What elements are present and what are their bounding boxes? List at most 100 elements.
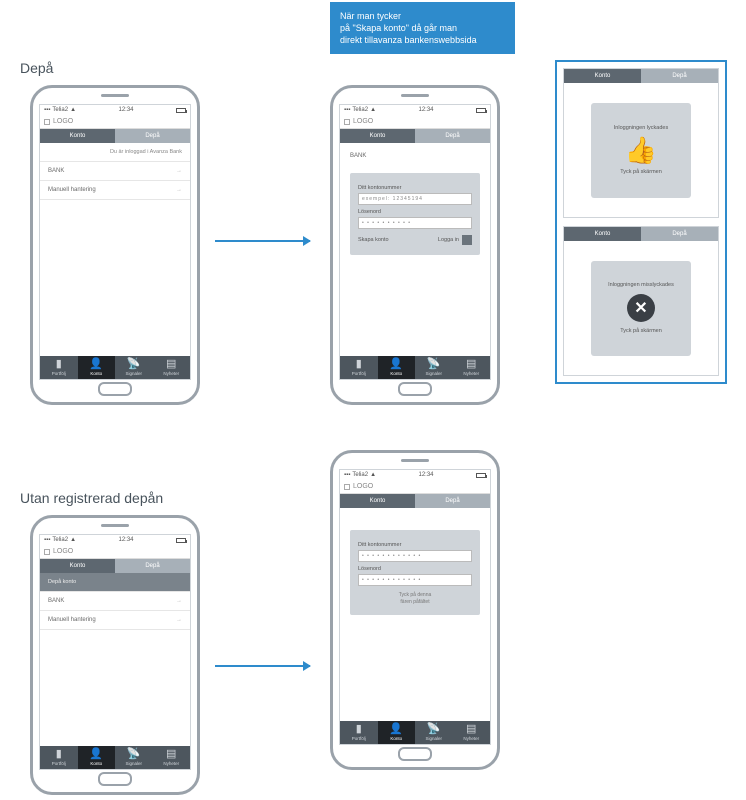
- nav-portfolj[interactable]: ▮Portfölj: [340, 721, 378, 744]
- logo-icon: [44, 549, 50, 555]
- logo-text: LOGO: [353, 118, 373, 125]
- password-field[interactable]: • • • • • • • • • • • •: [358, 574, 472, 586]
- account-field[interactable]: • • • • • • • • • • • •: [358, 550, 472, 562]
- signal-icon: ▪▪▪: [44, 107, 50, 113]
- close-icon: ✕: [627, 294, 655, 322]
- login-actions: Skapa konto Logga in: [358, 235, 472, 245]
- nav-signaler[interactable]: 📡Signaler: [415, 721, 453, 744]
- account-field[interactable]: exempel: 12345194: [358, 193, 472, 205]
- nav-portfolj[interactable]: ▮Portfölj: [40, 356, 78, 379]
- nav-label: Signaler: [425, 736, 442, 741]
- carrier: Telia2: [352, 107, 368, 113]
- tab-konto[interactable]: Konto: [40, 129, 115, 143]
- nav-signaler[interactable]: 📡Signaler: [115, 746, 153, 769]
- briefcase-icon: ▮: [356, 724, 362, 735]
- signal-icon: 📡: [127, 749, 141, 760]
- nav-signaler[interactable]: 📡Signaler: [415, 356, 453, 379]
- battery-icon: [176, 108, 186, 113]
- tab-konto[interactable]: Konto: [564, 69, 641, 83]
- tab-depa[interactable]: Depå: [641, 69, 718, 83]
- row-bank[interactable]: BANK→: [40, 162, 190, 181]
- clock: 12:34: [119, 537, 134, 543]
- news-icon: ▤: [166, 749, 176, 760]
- nav-nyheter[interactable]: ▤Nyheter: [453, 356, 491, 379]
- status-bar: ▪▪▪Telia2▲ 12:34: [40, 105, 190, 115]
- login-button[interactable]: [462, 235, 472, 245]
- logo-icon: [344, 484, 350, 490]
- nav-label: Konto: [390, 371, 402, 376]
- nav-nyheter[interactable]: ▤Nyheter: [453, 721, 491, 744]
- top-tabs: Konto Depå: [340, 129, 490, 143]
- nav-label: Signaler: [425, 371, 442, 376]
- nav-nyheter[interactable]: ▤Nyheter: [153, 356, 191, 379]
- row-manual-label: Manuell hantering: [48, 617, 96, 623]
- chevron-right-icon: →: [176, 168, 182, 174]
- depa-header: Depå konto: [40, 573, 190, 592]
- screen: ▪▪▪Telia2▲ 12:34 LOGO Konto Depå Ditt ko…: [339, 469, 491, 745]
- login-form: Ditt kontonummer • • • • • • • • • • • •…: [350, 530, 480, 615]
- success-dialog[interactable]: Inloggningen lyckades 👍 Tyck på skärmen: [591, 103, 691, 198]
- clock: 12:34: [419, 472, 434, 478]
- logo-row: LOGO: [340, 480, 490, 494]
- row-bank-label: BANK: [48, 598, 64, 604]
- tab-konto[interactable]: Konto: [40, 559, 115, 573]
- nav-signaler[interactable]: 📡Signaler: [115, 356, 153, 379]
- fail-dialog[interactable]: Inloggningen misslyckades ✕ Tyck på skär…: [591, 261, 691, 356]
- nav-portfolj[interactable]: ▮Portfölj: [340, 356, 378, 379]
- top-tabs: Konto Depå: [564, 227, 718, 241]
- nav-konto[interactable]: 👤Konto: [78, 356, 116, 379]
- tab-konto[interactable]: Konto: [340, 129, 415, 143]
- logged-in-banner: Du är inloggad i Avanza Bank: [40, 143, 190, 162]
- tab-depa[interactable]: Depå: [115, 129, 190, 143]
- password-value: • • • • • • • • • • • •: [362, 577, 421, 583]
- tab-depa[interactable]: Depå: [415, 129, 490, 143]
- password-field[interactable]: • • • • • • • • • •: [358, 217, 472, 229]
- label-password: Lösenord: [358, 209, 472, 215]
- bottom-nav: ▮Portfölj 👤Konto 📡Signaler ▤Nyheter: [340, 721, 490, 744]
- tab-depa[interactable]: Depå: [115, 559, 190, 573]
- screen: ▪▪▪Telia2▲ 12:34 LOGO Konto Depå BANK Di…: [339, 104, 491, 380]
- nav-nyheter[interactable]: ▤Nyheter: [153, 746, 191, 769]
- row-bank[interactable]: BANK→: [40, 592, 190, 611]
- nav-label: Konto: [90, 371, 102, 376]
- note-line1: När man tycker: [340, 11, 401, 21]
- result-body: Inloggningen misslyckades ✕ Tyck på skär…: [564, 241, 718, 375]
- nav-konto[interactable]: 👤Konto: [378, 356, 416, 379]
- tab-konto[interactable]: Konto: [564, 227, 641, 241]
- logo-text: LOGO: [53, 548, 73, 555]
- nav-label: Nyheter: [463, 736, 479, 741]
- tab-depa[interactable]: Depå: [415, 494, 490, 508]
- create-account-link[interactable]: Skapa konto: [358, 237, 389, 243]
- logo-icon: [44, 119, 50, 125]
- nav-portfolj[interactable]: ▮Portfölj: [40, 746, 78, 769]
- nav-label: Nyheter: [163, 761, 179, 766]
- success-sub: Tyck på skärmen: [620, 169, 662, 175]
- nav-label: Portfölj: [52, 761, 66, 766]
- row-manual[interactable]: Manuell hantering→: [40, 181, 190, 200]
- nav-konto[interactable]: 👤Konto: [78, 746, 116, 769]
- hint-line2: fären påfältet: [400, 599, 429, 605]
- bottom-nav: ▮Portfölj 👤Konto 📡Signaler ▤Nyheter: [40, 356, 190, 379]
- screen: ▪▪▪Telia2▲ 12:34 LOGO Konto Depå Depå ko…: [39, 534, 191, 770]
- carrier: Telia2: [52, 107, 68, 113]
- nav-label: Portfölj: [352, 736, 366, 741]
- nav-label: Nyheter: [463, 371, 479, 376]
- thumbs-up-icon: 👍: [625, 137, 657, 163]
- phone-utan-login: ▪▪▪Telia2▲ 12:34 LOGO Konto Depå Ditt ko…: [330, 450, 500, 770]
- top-tabs: Konto Depå: [564, 69, 718, 83]
- tab-depa[interactable]: Depå: [641, 227, 718, 241]
- carrier: Telia2: [52, 537, 68, 543]
- nav-konto[interactable]: 👤Konto: [378, 721, 416, 744]
- note-line2: på "Skapa konto" då går man: [340, 23, 457, 33]
- nav-label: Nyheter: [163, 371, 179, 376]
- row-manual[interactable]: Manuell hantering→: [40, 611, 190, 630]
- result-success: Konto Depå Inloggningen lyckades 👍 Tyck …: [563, 68, 719, 218]
- tab-konto[interactable]: Konto: [340, 494, 415, 508]
- briefcase-icon: ▮: [56, 749, 62, 760]
- user-icon: 👤: [89, 359, 103, 370]
- user-icon: 👤: [389, 359, 403, 370]
- phone-utan-list: ▪▪▪Telia2▲ 12:34 LOGO Konto Depå Depå ko…: [30, 515, 200, 795]
- label-account: Ditt kontonummer: [358, 185, 472, 191]
- annotation-note: När man tycker på "Skapa konto" då går m…: [330, 2, 515, 54]
- nav-label: Signaler: [125, 761, 142, 766]
